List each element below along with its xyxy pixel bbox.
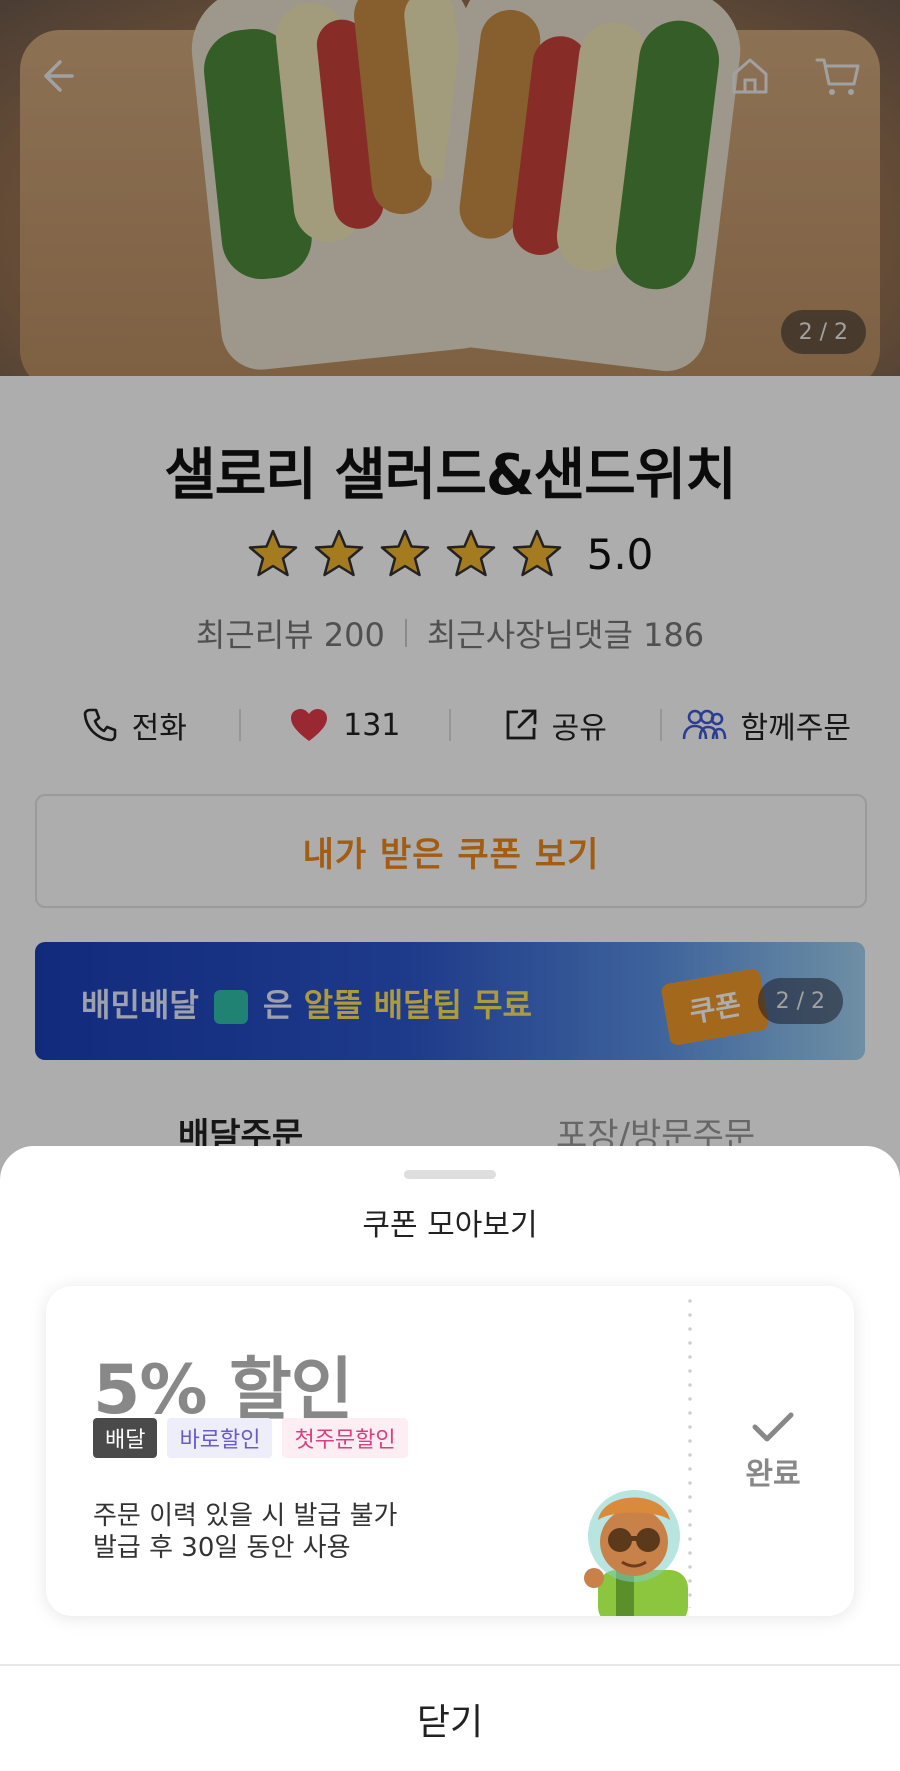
coupon-main: 5% 할인 배달 바로할인 첫주문할인 주문 이력 있을 시 발급 불가 발급 … (46, 1286, 690, 1616)
sheet-title: 쿠폰 모아보기 (362, 1208, 538, 1243)
coupon-card: 5% 할인 배달 바로할인 첫주문할인 주문 이력 있을 시 발급 불가 발급 … (46, 1286, 854, 1616)
tag-delivery: 배달 (93, 1418, 158, 1458)
coupon-desc-line: 주문 이력 있을 시 발급 불가 (93, 1501, 398, 1531)
coupon-desc-line: 발급 후 30일 동안 사용 (93, 1533, 351, 1563)
store-page: 2 / 2 샐로리 샐러드&샌드위치 5.0 최근리뷰 200 최근사장님댓글 … (0, 0, 900, 1771)
coupon-bottom-sheet: 쿠폰 모아보기 5% 할인 배달 바로할인 첫주문할인 주문 이력 있을 시 발… (0, 1146, 900, 1771)
close-button[interactable]: 닫기 (0, 1666, 900, 1771)
mascot-character-icon (584, 1490, 688, 1616)
tag-instant-discount: 바로할인 (167, 1418, 273, 1458)
check-icon (752, 1412, 794, 1442)
coupon-description: 주문 이력 있을 시 발급 불가 발급 후 30일 동안 사용 (93, 1500, 397, 1564)
tag-first-order: 첫주문할인 (282, 1418, 408, 1458)
coupon-tags: 배달 바로할인 첫주문할인 (93, 1418, 408, 1458)
coupon-status-label: 완료 (745, 1457, 801, 1492)
coupon-status: 완료 (692, 1286, 854, 1616)
sheet-grabber[interactable] (404, 1170, 496, 1179)
